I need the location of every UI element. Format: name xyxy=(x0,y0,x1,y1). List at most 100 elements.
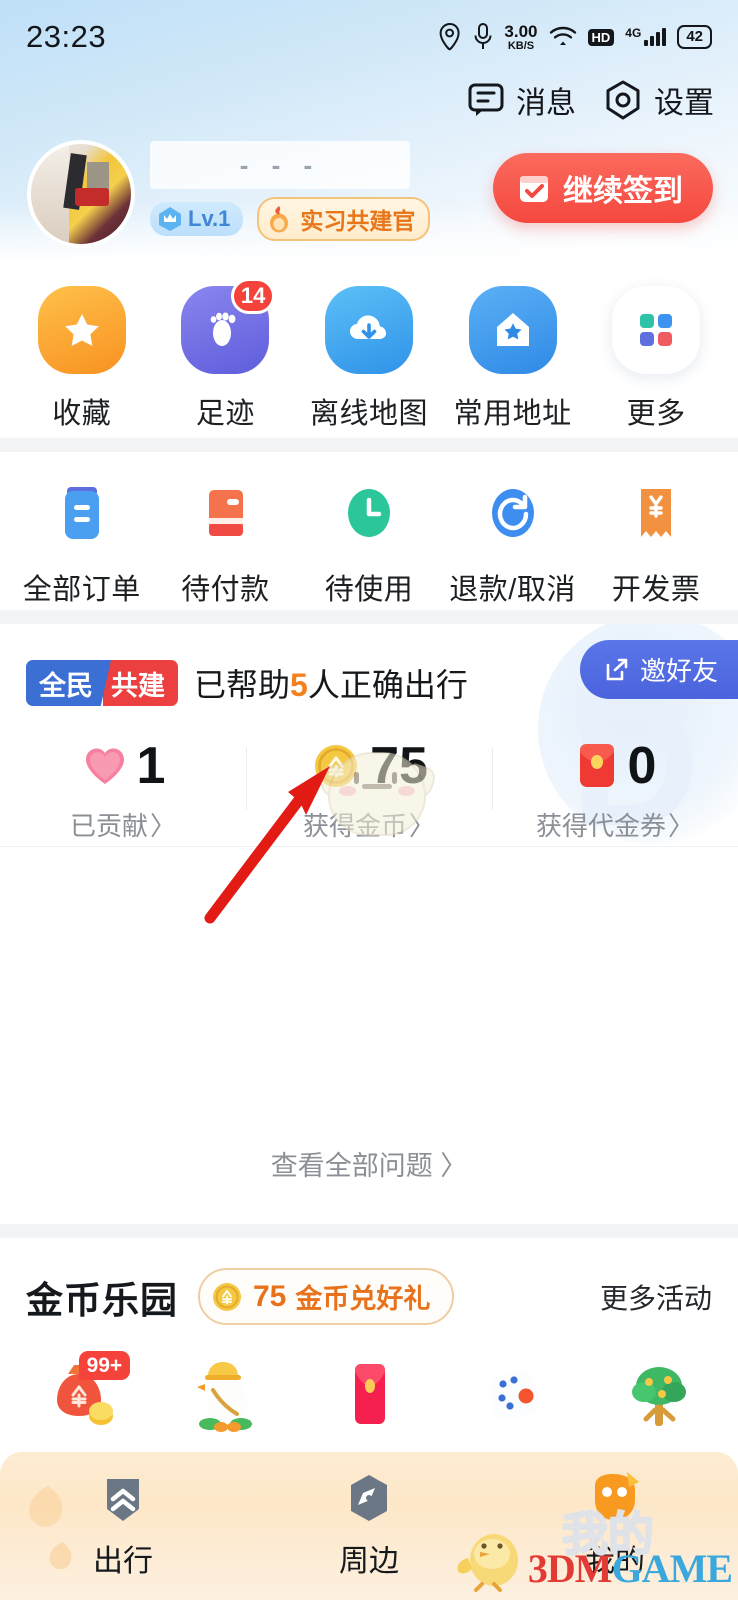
phone-screen: 23:23 3.00 KB/S HD 4G 42 xyxy=(0,0,738,1600)
wallet-icon xyxy=(197,480,253,548)
star-icon xyxy=(38,286,126,374)
section-divider xyxy=(0,438,738,452)
quick-item-label: 更多 xyxy=(627,390,686,432)
status-clock: 23:23 xyxy=(26,19,106,55)
coin-exchange-text: 金币兑好礼 xyxy=(295,1277,430,1316)
section-divider-2 xyxy=(0,610,738,624)
quick-item-label: 足迹 xyxy=(196,390,255,432)
coin-park-card: 金币乐园 75 金币兑好礼 更多活动 99+ 金币商城 小度旅行鸭 xyxy=(0,1238,738,1470)
order-item-unused[interactable]: 待使用 xyxy=(297,476,441,608)
tree-icon xyxy=(616,1354,700,1434)
quick-item-addresses[interactable]: 常用地址 xyxy=(441,284,585,432)
leaf-decoration-icon xyxy=(18,1480,78,1540)
watermark-3: 3 xyxy=(528,1546,547,1591)
crown-icon xyxy=(157,206,183,232)
wifi-icon xyxy=(549,25,577,49)
unpaid-icon-wrap xyxy=(179,476,271,552)
duck-icon-wrap xyxy=(177,1349,273,1439)
leaf-decoration-icon-2 xyxy=(42,1538,82,1578)
orders-card: 全部订单 待付款 待使用 退款/取消 xyxy=(0,452,738,610)
helped-suffix: 人正确出行 xyxy=(308,667,468,703)
quick-item-favorites[interactable]: 收藏 xyxy=(10,284,154,432)
profile-section: - - - Lv.1 实习共建官 继续签到 xyxy=(0,135,738,255)
order-item-refund[interactable]: 退款/取消 xyxy=(441,476,585,608)
order-item-label: 待付款 xyxy=(181,566,270,608)
order-item-invoice[interactable]: 开发票 xyxy=(584,476,728,608)
coin-icon xyxy=(210,1280,244,1314)
quick-item-label: 常用地址 xyxy=(454,390,572,432)
more-activities-link[interactable]: 更多活动 xyxy=(600,1277,712,1317)
heart-icon xyxy=(81,742,129,790)
duck-icon xyxy=(183,1354,267,1434)
message-label: 消息 xyxy=(516,78,576,122)
favorites-icon-wrap xyxy=(36,284,128,376)
settings-button[interactable]: 设置 xyxy=(602,78,714,122)
red-envelope-icon xyxy=(327,1354,411,1434)
order-item-label: 开发票 xyxy=(612,566,701,608)
helped-text: 已帮助5人正确出行 xyxy=(194,660,468,706)
clock-icon xyxy=(341,480,397,548)
order-item-label: 待使用 xyxy=(325,566,414,608)
invite-friends-button[interactable]: 邀好友 xyxy=(580,640,738,699)
quick-actions-row: 收藏 14 足迹 离线地图 xyxy=(0,262,738,432)
order-item-all[interactable]: 全部订单 xyxy=(10,476,154,608)
quick-item-label: 离线地图 xyxy=(310,390,428,432)
location-icon xyxy=(438,23,462,51)
message-button[interactable]: 消息 xyxy=(466,78,576,122)
share-icon xyxy=(604,657,630,683)
dice-icon-wrap xyxy=(465,1349,561,1439)
message-icon xyxy=(466,80,506,120)
nav-item-label: 周边 xyxy=(339,1536,399,1580)
level-badge[interactable]: Lv.1 xyxy=(150,202,243,236)
stat-value: 1 xyxy=(137,740,166,792)
quick-actions-card: 收藏 14 足迹 离线地图 xyxy=(0,262,738,438)
helped-prefix: 已帮助 xyxy=(194,667,290,703)
level-badge-label: Lv.1 xyxy=(188,206,230,232)
quick-item-offline-map[interactable]: 离线地图 xyxy=(297,284,441,432)
stat-label: 已贡献 xyxy=(70,806,148,843)
microphone-icon xyxy=(473,23,493,51)
site-watermark: 3DMGAME xyxy=(450,1518,732,1592)
coin-mall-icon-wrap: 99+ xyxy=(32,1349,128,1439)
clipboard-icon xyxy=(54,480,110,548)
role-badge[interactable]: 实习共建官 xyxy=(257,197,430,241)
chevron-right-icon: 〉 xyxy=(150,806,176,843)
red-envelope-icon-wrap xyxy=(321,1349,417,1439)
tree-icon-wrap xyxy=(610,1349,706,1439)
annotation-arrow xyxy=(180,750,380,940)
stat-top: 0 xyxy=(574,740,657,792)
stat-top: 1 xyxy=(81,740,166,792)
red-packet-icon xyxy=(574,740,620,792)
user-name: - - - xyxy=(150,141,410,189)
orders-row: 全部订单 待付款 待使用 退款/取消 xyxy=(0,452,738,608)
coin-park-header: 金币乐园 75 金币兑好礼 更多活动 xyxy=(0,1238,738,1325)
order-item-label: 全部订单 xyxy=(23,566,141,608)
avatar[interactable] xyxy=(27,140,135,248)
status-icons: 3.00 KB/S HD 4G 42 xyxy=(438,23,712,52)
footprints-badge: 14 xyxy=(231,278,275,314)
order-item-label: 退款/取消 xyxy=(449,566,576,608)
campaign-tag: 全民 共建 xyxy=(26,660,178,706)
user-name-text: - - - xyxy=(240,150,320,181)
quick-item-footprints[interactable]: 14 足迹 xyxy=(154,284,298,432)
signin-button-label: 继续签到 xyxy=(563,166,683,210)
addresses-icon-wrap xyxy=(467,284,559,376)
quick-item-more[interactable]: 更多 xyxy=(584,284,728,432)
coin-exchange-pill[interactable]: 75 金币兑好礼 xyxy=(198,1268,454,1325)
all-questions-link[interactable]: 查看全部问题 〉 xyxy=(0,1144,738,1183)
stat-value: 0 xyxy=(628,740,657,792)
stat-vouchers[interactable]: 0 获得代金券〉 xyxy=(492,740,738,843)
mascot-bird-icon xyxy=(450,1518,528,1592)
order-item-unpaid[interactable]: 待付款 xyxy=(154,476,298,608)
invoice-icon-wrap xyxy=(610,476,702,552)
footprints-icon-wrap: 14 xyxy=(179,284,271,376)
compass-icon xyxy=(338,1468,400,1530)
signin-button[interactable]: 继续签到 xyxy=(493,153,713,223)
quick-item-label: 收藏 xyxy=(52,390,111,432)
calendar-check-icon xyxy=(517,171,551,205)
more-icon-wrap xyxy=(610,284,702,376)
chevrons-up-icon xyxy=(92,1468,154,1530)
flame-icon xyxy=(264,204,294,234)
gear-icon xyxy=(602,79,644,121)
coin-exchange-value: 75 xyxy=(253,1280,286,1314)
